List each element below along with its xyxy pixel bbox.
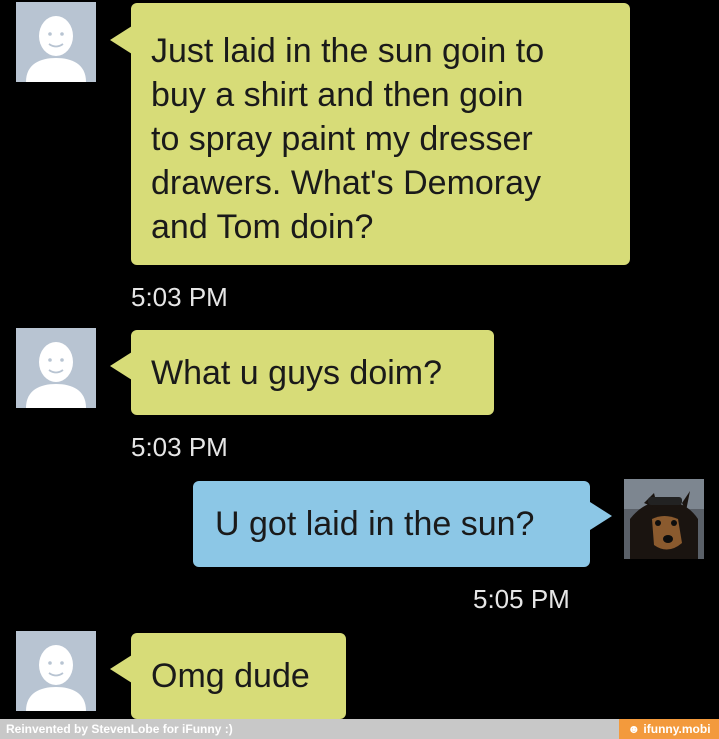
default-person-icon xyxy=(16,328,96,408)
message-text: What u guys doim? xyxy=(151,354,443,392)
message-timestamp: 5:05 PM xyxy=(473,584,570,614)
default-person-icon xyxy=(16,631,96,711)
user-avatar[interactable] xyxy=(624,479,704,559)
message-text: U got laid in the sun? xyxy=(215,505,535,543)
contact-avatar[interactable] xyxy=(16,2,96,82)
outgoing-message-bubble[interactable]: U got laid in the sun? xyxy=(193,481,590,567)
bubble-tail xyxy=(110,352,132,380)
message-timestamp: 5:03 PM xyxy=(131,432,228,462)
dog-photo-avatar xyxy=(624,479,704,559)
contact-avatar[interactable] xyxy=(16,631,96,711)
message-text: Just laid in the sun goin to buy a shirt… xyxy=(151,32,545,246)
message-timestamp: 5:03 PM xyxy=(131,282,228,312)
incoming-message-bubble[interactable]: Just laid in the sun goin to buy a shirt… xyxy=(131,3,630,265)
bubble-tail xyxy=(590,502,612,530)
incoming-message-bubble[interactable]: Omg dude xyxy=(131,633,346,719)
ifunny-watermark[interactable]: ☻ ifunny.mobi xyxy=(619,719,719,739)
message-text: Omg dude xyxy=(151,657,310,695)
contact-avatar[interactable] xyxy=(16,328,96,408)
default-person-icon xyxy=(16,2,96,82)
incoming-message-bubble[interactable]: What u guys doim? xyxy=(131,330,494,415)
watermark-bar: Reinvented by StevenLobe for iFunny :) ☻… xyxy=(0,719,719,739)
bubble-tail xyxy=(110,26,132,54)
bubble-tail xyxy=(110,655,132,683)
credit-text: Reinvented by StevenLobe for iFunny :) xyxy=(6,722,233,736)
